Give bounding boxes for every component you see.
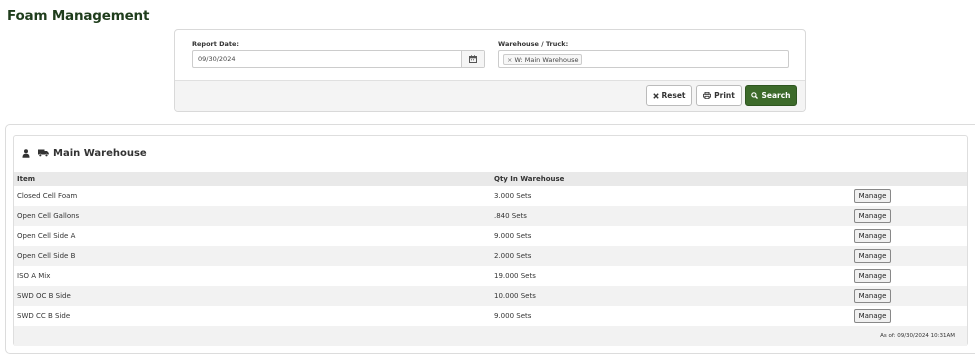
manage-button[interactable]: Manage (854, 269, 891, 283)
user-icon (22, 148, 30, 158)
inventory-table: Item Qty In Warehouse Closed Cell Foam 3.… (14, 172, 967, 346)
item-name: Open Cell Side A (17, 232, 76, 240)
report-date-value[interactable]: 09/30/2024 (198, 55, 235, 63)
warehouse-tag[interactable]: × W: Main Warehouse (503, 54, 583, 65)
manage-button[interactable]: Manage (854, 229, 891, 243)
filter-fields: Report Date: 09/30/2024 Warehouse / Truc… (175, 30, 805, 80)
manage-button[interactable]: Manage (854, 189, 891, 203)
item-name: Open Cell Gallons (17, 212, 80, 220)
truck-icon (38, 149, 49, 157)
reset-label: Reset (661, 91, 686, 100)
item-name: Open Cell Side B (17, 252, 76, 260)
warehouse-select[interactable]: × W: Main Warehouse (498, 50, 789, 68)
warehouse-title: Main Warehouse (38, 148, 147, 159)
report-date-label: Report Date: (192, 40, 240, 48)
table-row: SWD OC B Side 10.000 Sets Manage (14, 286, 967, 306)
table-row: Open Cell Side A 9.000 Sets Manage (14, 226, 967, 246)
table-row: Closed Cell Foam 3.000 Sets Manage (14, 186, 967, 206)
table-row: Open Cell Gallons .840 Sets Manage (14, 206, 967, 226)
item-qty: 19.000 Sets (494, 272, 536, 280)
item-qty: .840 Sets (494, 212, 527, 220)
item-qty: 2.000 Sets (494, 252, 532, 260)
item-qty: 9.000 Sets (494, 232, 532, 240)
item-qty: 9.000 Sets (494, 312, 532, 320)
column-item: Item (17, 175, 35, 183)
manage-button[interactable]: Manage (854, 289, 891, 303)
warehouse-header: Main Warehouse (14, 136, 967, 170)
search-icon (751, 92, 759, 99)
search-button[interactable]: Search (745, 85, 797, 106)
remove-tag-icon[interactable]: × (507, 56, 512, 64)
item-name: SWD OC B Side (17, 292, 71, 300)
times-icon (652, 92, 659, 99)
table-row: Open Cell Side B 2.000 Sets Manage (14, 246, 967, 266)
item-qty: 10.000 Sets (494, 292, 536, 300)
calendar-icon (469, 55, 477, 63)
table-row: SWD CC B Side 9.000 Sets Manage (14, 306, 967, 326)
report-date-field[interactable]: 09/30/2024 (192, 50, 485, 68)
item-name: ISO A Mix (17, 272, 51, 280)
manage-button[interactable]: Manage (854, 209, 891, 223)
search-label: Search (761, 91, 791, 100)
calendar-button[interactable] (461, 51, 484, 67)
filter-card: Report Date: 09/30/2024 Warehouse / Truc… (174, 29, 806, 112)
manage-button[interactable]: Manage (854, 249, 891, 263)
page-title: Foam Management (7, 8, 150, 24)
reset-button[interactable]: Reset (646, 85, 692, 106)
print-icon (703, 92, 712, 99)
warehouse-name: Main Warehouse (53, 147, 147, 159)
item-qty: 3.000 Sets (494, 192, 532, 200)
as-of-timestamp: As of: 09/30/2024 10:31AM (880, 333, 955, 339)
table-header: Item Qty In Warehouse (14, 172, 967, 186)
item-name: SWD CC B Side (17, 312, 71, 320)
warehouse-label: Warehouse / Truck: (498, 40, 569, 48)
column-qty: Qty In Warehouse (494, 175, 565, 183)
warehouse-tag-label: W: Main Warehouse (514, 56, 579, 64)
manage-button[interactable]: Manage (854, 309, 891, 323)
warehouse-panel: Main Warehouse Item Qty In Warehouse Clo… (13, 135, 968, 346)
table-footer (14, 326, 967, 346)
table-row: ISO A Mix 19.000 Sets Manage (14, 266, 967, 286)
print-button[interactable]: Print (696, 85, 742, 106)
item-name: Closed Cell Foam (17, 192, 78, 200)
print-label: Print (714, 91, 735, 100)
